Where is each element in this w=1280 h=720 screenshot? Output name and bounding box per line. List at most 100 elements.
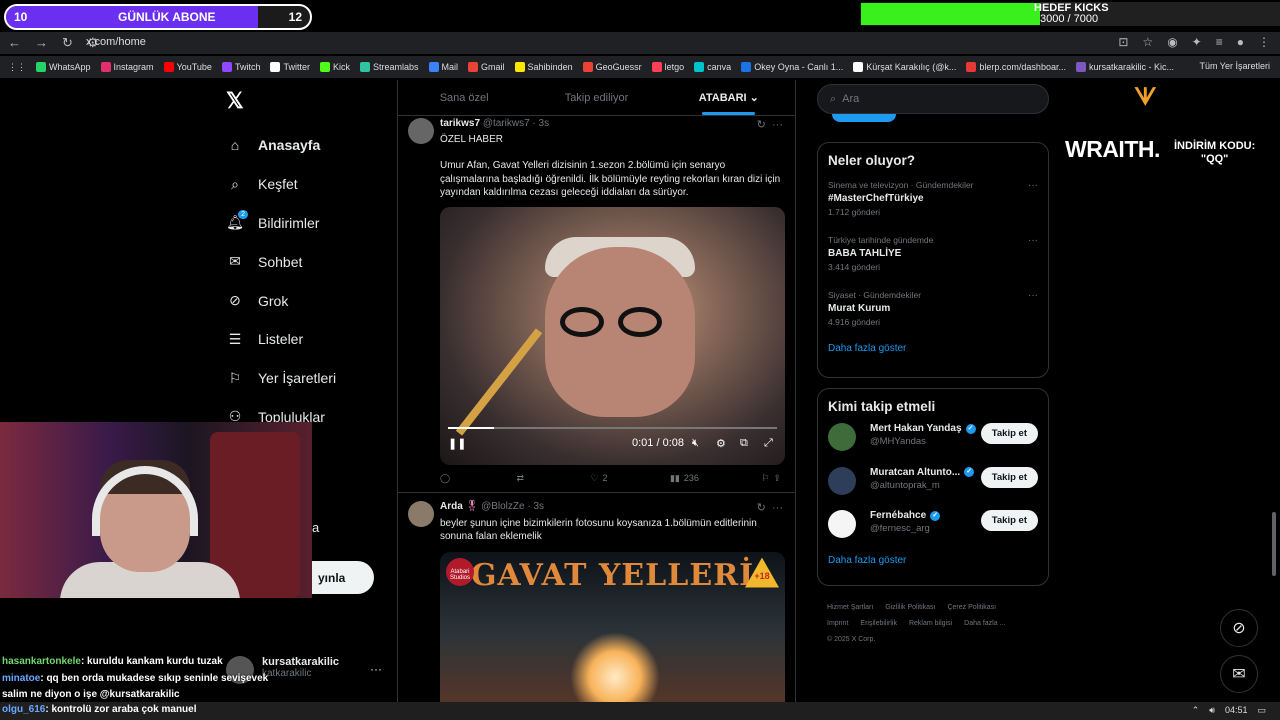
grok-icon[interactable]: ⊘ bbox=[1220, 609, 1258, 647]
clock[interactable]: 04:51 bbox=[1225, 705, 1248, 716]
footer-link[interactable]: Çerez Politikası bbox=[947, 604, 996, 611]
avatar[interactable] bbox=[408, 500, 434, 527]
bookmark-item[interactable]: canva bbox=[694, 62, 731, 72]
search-input[interactable]: ⌕ Ara bbox=[817, 84, 1049, 114]
profile-avatar[interactable]: ● bbox=[1237, 35, 1244, 49]
puzzle-icon[interactable]: ✦ bbox=[1192, 35, 1202, 49]
bookmark-item[interactable]: YouTube bbox=[163, 62, 212, 72]
bookmark-item[interactable]: Twitter bbox=[270, 62, 310, 72]
like-button[interactable]: ♡ 2 bbox=[590, 473, 607, 484]
mute-icon[interactable]: 🔇︎ bbox=[692, 437, 699, 450]
trend-item[interactable]: Sinema ve televizyon · Gündemdekiler #Mas… bbox=[818, 174, 1048, 229]
x-logo[interactable]: 𝕏 bbox=[226, 88, 244, 114]
trend-item[interactable]: Türkiye tarihinde gündemde BABA TAHLİYE 3.… bbox=[818, 229, 1048, 284]
verified-icon: ✓ bbox=[930, 510, 941, 521]
sidebar-item-6[interactable]: ⚐ Yer İşaretleri bbox=[226, 359, 336, 398]
footer-link[interactable]: Imprint bbox=[827, 620, 848, 627]
follow-suggestion[interactable]: Mert Hakan Yandaş ✓ @MHYandas Takip et bbox=[818, 420, 1048, 464]
star-icon[interactable]: ☆ bbox=[1142, 35, 1153, 49]
menu-icon[interactable]: ⋮ bbox=[1258, 35, 1270, 49]
messages-icon[interactable]: ✉ bbox=[1220, 655, 1258, 693]
media-icon[interactable]: ≡ bbox=[1216, 35, 1223, 49]
fullscreen-icon[interactable]: ⤢ bbox=[764, 437, 773, 450]
tweet-image[interactable]: GAVAT YELLERİ Atabari Studios +18 bbox=[440, 551, 785, 712]
share-icon: ⇪ bbox=[773, 472, 781, 483]
footer-link[interactable]: Reklam bilgisi bbox=[909, 620, 952, 627]
sidebar-item-2[interactable]: 🔔︎ 2 Bildirimler bbox=[226, 204, 336, 243]
pip-icon[interactable]: ⧉ bbox=[740, 437, 748, 450]
bookmark-item[interactable]: Sahibinden bbox=[514, 62, 573, 72]
bookmark-item[interactable]: GeoGuessr bbox=[582, 62, 642, 72]
video-progress[interactable] bbox=[448, 426, 777, 429]
tab-for-you[interactable]: Sana özel bbox=[398, 80, 530, 115]
bookmark-item[interactable]: kursatkarakilic - Kic... bbox=[1075, 62, 1174, 72]
bookmark-item[interactable]: blerp.com/dashboar... bbox=[966, 62, 1066, 72]
all-bookmarks-folder[interactable]: Tüm Yer İşaretleri bbox=[1199, 61, 1270, 71]
views-button[interactable]: ▮▮ 236 bbox=[670, 473, 699, 484]
sidebar-item-3[interactable]: ✉ Sohbet bbox=[226, 242, 336, 281]
follow-suggestion[interactable]: Muratcan Altunto... ✓ @altuntoprak_m Takip … bbox=[818, 464, 1048, 508]
bookmark-button[interactable]: ⚐ ⇪ bbox=[761, 473, 781, 484]
sidebar-item-4[interactable]: ⊘ Grok bbox=[226, 281, 336, 320]
who-to-follow-title: Kimi takip etmeli bbox=[828, 399, 936, 414]
more-icon[interactable]: ··· bbox=[1028, 290, 1038, 301]
bookmark-item[interactable]: WhatsApp bbox=[36, 62, 91, 72]
footer-link[interactable]: Daha fazla ... bbox=[964, 620, 1005, 627]
sidebar-item-1[interactable]: ⌕ Keşfet bbox=[226, 165, 336, 204]
who-show-more[interactable]: Daha fazla göster bbox=[818, 551, 1048, 578]
avatar[interactable] bbox=[408, 118, 434, 144]
bookmark-item[interactable]: Twitch bbox=[221, 62, 260, 72]
sidebar-item-5[interactable]: ☰ Listeler bbox=[226, 320, 336, 359]
apps-icon[interactable]: ⋮⋮ bbox=[8, 62, 26, 73]
more-icon[interactable]: ··· bbox=[1028, 180, 1038, 191]
premium-button-edge[interactable] bbox=[832, 114, 896, 122]
more-icon[interactable]: ↻ ··· bbox=[757, 501, 783, 514]
install-icon[interactable]: ⊡ bbox=[1118, 35, 1128, 49]
tab-following[interactable]: Takip ediliyor bbox=[530, 80, 662, 115]
reload-icon[interactable]: ↻ bbox=[62, 35, 73, 51]
scrollbar[interactable] bbox=[1272, 512, 1276, 576]
notification-icon[interactable]: ▭ bbox=[1257, 705, 1266, 716]
forward-icon[interactable]: → bbox=[35, 35, 48, 51]
back-icon[interactable]: ← bbox=[8, 35, 21, 51]
footer-link[interactable]: Gizlilik Politikası bbox=[885, 604, 935, 611]
settings-icon[interactable]: ⚙ bbox=[716, 437, 726, 450]
follow-button[interactable]: Takip et bbox=[980, 510, 1038, 531]
bookmark-item[interactable]: Streamlabs bbox=[359, 62, 419, 72]
trends-show-more[interactable]: Daha fazla göster bbox=[818, 339, 1048, 366]
tray-volume-icon[interactable]: 🔊︎ bbox=[1209, 705, 1215, 716]
tray-up-icon[interactable]: ⌃ bbox=[1192, 705, 1200, 716]
follow-suggestion[interactable]: Fernébahce ✓ @fernesc_arg Takip et bbox=[818, 507, 1048, 551]
address-bar[interactable]: x.com/home bbox=[86, 36, 146, 48]
avatar bbox=[828, 510, 856, 538]
trend-item[interactable]: Siyaset · Gündemdekiler Murat Kurum 4.916 … bbox=[818, 284, 1048, 339]
retweet-button[interactable]: ⇄ bbox=[517, 473, 529, 484]
bookmark-item[interactable]: Kürşat Karakılıç (@k... bbox=[853, 62, 956, 72]
sidebar-item-0[interactable]: ⌂ Anasayfa bbox=[226, 126, 336, 165]
sidebar-item-partial[interactable]: a bbox=[312, 520, 319, 535]
tab-atabari[interactable]: ATABARI ⌄ bbox=[663, 80, 795, 115]
bookmark-item[interactable]: Instagram bbox=[100, 62, 154, 72]
more-icon[interactable]: ↻ ··· bbox=[757, 118, 783, 131]
pause-icon[interactable]: ❚❚ bbox=[448, 437, 466, 450]
more-icon[interactable]: ··· bbox=[370, 662, 382, 676]
tweet[interactable]: Arda 🎖︎ @BlolzZe · 3s ↻ ··· beyler şunun… bbox=[398, 500, 795, 712]
tweet[interactable]: tarikws7 @tarikws7 · 3s ↻ ··· ÖZEL HABER… bbox=[398, 118, 795, 493]
footer-link[interactable]: Hizmet Şartları bbox=[827, 604, 873, 611]
reply-button[interactable]: ◯ bbox=[440, 473, 454, 484]
trend-category: Siyaset · Gündemdekiler bbox=[828, 290, 922, 300]
footer-link[interactable]: Erişilebilirlik bbox=[860, 620, 897, 627]
bookmark-favicon-icon bbox=[651, 62, 662, 72]
follow-button[interactable]: Takip et bbox=[980, 466, 1038, 488]
tweet-author[interactable]: tarikws7 bbox=[440, 118, 480, 129]
follow-button[interactable]: Takip et bbox=[980, 423, 1038, 444]
bookmark-item[interactable]: Gmail bbox=[468, 62, 505, 72]
bookmark-item[interactable]: Okey Oyna - Canlı 1... bbox=[741, 62, 843, 72]
tweet-video[interactable]: ❚❚ 0:01 / 0:08 🔇︎ ⚙ ⧉ ⤢ bbox=[440, 206, 785, 465]
bookmark-item[interactable]: Kick bbox=[319, 62, 350, 72]
more-icon[interactable]: ··· bbox=[1028, 235, 1038, 246]
bookmark-item[interactable]: Mail bbox=[428, 62, 458, 72]
tweet-author[interactable]: Arda bbox=[440, 501, 463, 512]
bookmark-item[interactable]: letgo bbox=[651, 62, 684, 72]
extension-icon[interactable]: ◉ bbox=[1167, 35, 1177, 49]
